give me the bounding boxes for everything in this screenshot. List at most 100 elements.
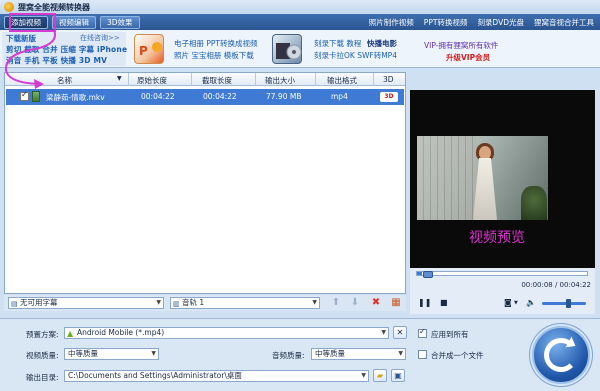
audio-track-select-value: 音轨 1 [182, 298, 205, 307]
toolbar: 添加视频 视频编辑 3D效果 照片制作视频 PPT转换视频 刻录DVD光盘 狸窝… [0, 14, 600, 30]
output-dir-value: C:\Documents and Settings\Administrator\… [68, 371, 242, 380]
link-ppt-to-video[interactable]: PPT转换视频 [424, 17, 468, 28]
svg-text:P: P [139, 44, 148, 58]
open-folder-icon: ▣ [394, 371, 402, 380]
title-bar: 狸窝全能视频转换器 [0, 0, 600, 14]
track-bar: ▤ 无可用字幕 ▼ ▥ 音轨 1 ▼ ⬆ ⬇ ✖ ▦ [4, 295, 406, 311]
video-quality-select[interactable]: 中等质量 ▼ [64, 348, 159, 360]
seek-handle[interactable] [423, 271, 433, 278]
move-up-icon[interactable]: ⬆ [330, 297, 342, 309]
column-divider[interactable] [255, 73, 256, 86]
chevron-down-icon: ▼ [151, 350, 156, 357]
tools-icon: ✕ [396, 328, 404, 337]
apply-all-label: 应用到所有 [431, 330, 469, 339]
column-header-original-length[interactable]: 原始长度 [137, 75, 167, 86]
link-photo-to-video[interactable]: 照片制作视频 [369, 17, 414, 28]
chevron-down-icon: ▼ [156, 299, 161, 306]
link-burn-dvd[interactable]: 刻录DVD光盘 [477, 17, 524, 28]
window-title: 狸窝全能视频转换器 [18, 2, 90, 12]
badge-3d-icon[interactable]: 3D [380, 92, 398, 102]
column-divider[interactable] [373, 73, 374, 86]
delete-icon[interactable]: ✖ [370, 297, 382, 309]
move-down-icon[interactable]: ⬇ [349, 297, 361, 309]
original-length: 00:04:22 [141, 92, 175, 101]
download-new-link[interactable]: 下载新版 [6, 33, 36, 44]
burn-ad-line[interactable]: 刻录下载 教程 [314, 38, 361, 49]
preset-select[interactable]: ▲ Android Mobile (*.mp4) ▼ [64, 327, 389, 339]
stop-icon[interactable]: ■ [440, 298, 448, 307]
audio-quality-value: 中等质量 [315, 349, 345, 358]
convert-button[interactable] [532, 326, 590, 384]
merge-one-label: 合并成一个文件 [431, 351, 484, 360]
android-icon: ▲ [67, 329, 74, 338]
burn-ad-highlight[interactable]: 快播电影 [367, 38, 397, 49]
preset-settings-button[interactable]: ✕ [393, 326, 407, 339]
video-quality-value: 中等质量 [68, 349, 98, 358]
online-help-link[interactable]: 在线咨询>> [80, 33, 120, 43]
preview-frame-image [417, 136, 548, 220]
column-divider[interactable] [191, 73, 192, 86]
volume-icon[interactable]: 🔈 [526, 298, 536, 307]
column-divider[interactable] [128, 73, 129, 86]
chevron-down-icon: ▼ [312, 299, 317, 306]
column-header-clip-length[interactable]: 截取长度 [202, 75, 232, 86]
column-header-output-size[interactable]: 输出大小 [265, 75, 295, 86]
folder-icon: ▰ [376, 371, 384, 380]
seek-progress [417, 272, 423, 275]
ad-strip: 下载新版 在线咨询>> 剪切 截取 合并 压缩 字幕 iPhone 消音 手机 … [0, 30, 600, 68]
list-settings-icon[interactable]: ▦ [390, 297, 402, 309]
upgrade-vip-link[interactable]: 升级VIP会员 [446, 52, 490, 63]
link-merge-tool[interactable]: 狸窝音视合并工具 [534, 17, 594, 28]
clip-length: 00:04:22 [203, 92, 237, 101]
column-header-output-format[interactable]: 输出格式 [327, 75, 357, 86]
preset-label: 预置方案: [26, 330, 59, 339]
merge-one-checkbox[interactable] [418, 350, 427, 359]
snapshot-icon[interactable]: ◙ [504, 298, 512, 307]
download-panel: 下载新版 在线咨询>> 剪切 截取 合并 压缩 字幕 iPhone 消音 手机 … [2, 32, 127, 66]
file-name: 梁静茹-情歌.mkv [46, 93, 105, 102]
subtitle-select[interactable]: ▤ 无可用字幕 ▼ [8, 297, 164, 309]
ppt-ad-line[interactable]: 电子相册 PPT转换成视频 [174, 38, 258, 49]
volume-slider[interactable] [542, 299, 586, 308]
open-folder-button[interactable]: ▣ [391, 369, 405, 382]
sort-arrow-icon[interactable]: ▼ [117, 75, 122, 82]
row-checkbox[interactable] [20, 90, 29, 101]
audio-track-select[interactable]: ▥ 音轨 1 ▼ [170, 297, 320, 309]
download-feature-row[interactable]: 剪切 截取 合并 压缩 字幕 iPhone [6, 44, 127, 55]
subtitle-select-value: 无可用字幕 [20, 298, 58, 307]
output-settings: 预置方案: ▲ Android Mobile (*.mp4) ▼ ✕ 视频质量:… [0, 318, 600, 391]
dvd-burn-icon[interactable] [272, 34, 302, 64]
ppt-icon[interactable]: P [134, 34, 164, 64]
edit-video-button[interactable]: 视频编辑 [52, 15, 96, 29]
download-feature-row[interactable]: 消音 手机 平板 快播 3D MV [6, 55, 107, 66]
column-divider[interactable] [315, 73, 316, 86]
effect-3d-button[interactable]: 3D效果 [100, 15, 140, 29]
table-row[interactable]: 梁静茹-情歌.mkv 00:04:22 00:04:22 77.90 MB mp… [6, 89, 404, 105]
output-dir-input[interactable]: C:\Documents and Settings\Administrator\… [64, 370, 369, 382]
player-controls: 00:00:08 / 00:04:22 ❚❚ ■ ◙ ▼ 🔈 [410, 268, 595, 314]
app-logo-icon [4, 2, 14, 12]
output-format: mp4 [331, 92, 348, 101]
output-size: 77.90 MB [266, 92, 302, 101]
preset-select-value: Android Mobile (*.mp4) [77, 328, 165, 337]
video-file-icon [32, 91, 40, 102]
vip-ad-line[interactable]: VIP-拥有狸窝所有软件 [424, 40, 498, 51]
add-video-button[interactable]: 添加视频 [4, 15, 48, 29]
file-list[interactable]: 名称 ▼ 原始长度 截取长度 输出大小 输出格式 3D 梁静茹-情歌.mkv 0… [4, 72, 406, 294]
top-links: 照片制作视频 PPT转换视频 刻录DVD光盘 狸窝音视合并工具 [369, 17, 600, 28]
volume-handle[interactable] [566, 299, 571, 308]
column-header-name[interactable]: 名称 [57, 75, 72, 86]
chevron-down-icon: ▼ [398, 350, 403, 357]
ppt-ad-line[interactable]: 照片 宝宝相册 模板下载 [174, 50, 254, 61]
seek-bar[interactable] [416, 271, 588, 278]
audio-quality-select[interactable]: 中等质量 ▼ [311, 348, 406, 360]
column-header-3d[interactable]: 3D [383, 75, 394, 84]
chevron-down-icon: ▼ [361, 372, 366, 379]
burn-ad-line[interactable]: 刻录卡拉OK SWF转MP4 [314, 50, 397, 61]
chevron-down-icon[interactable]: ▼ [514, 300, 518, 306]
apply-all-checkbox[interactable] [418, 327, 427, 338]
pause-icon[interactable]: ❚❚ [418, 298, 431, 307]
video-preview[interactable]: 视频预览 [410, 90, 595, 268]
chevron-down-icon: ▼ [381, 329, 386, 336]
browse-folder-button[interactable]: ▰ [373, 369, 387, 382]
